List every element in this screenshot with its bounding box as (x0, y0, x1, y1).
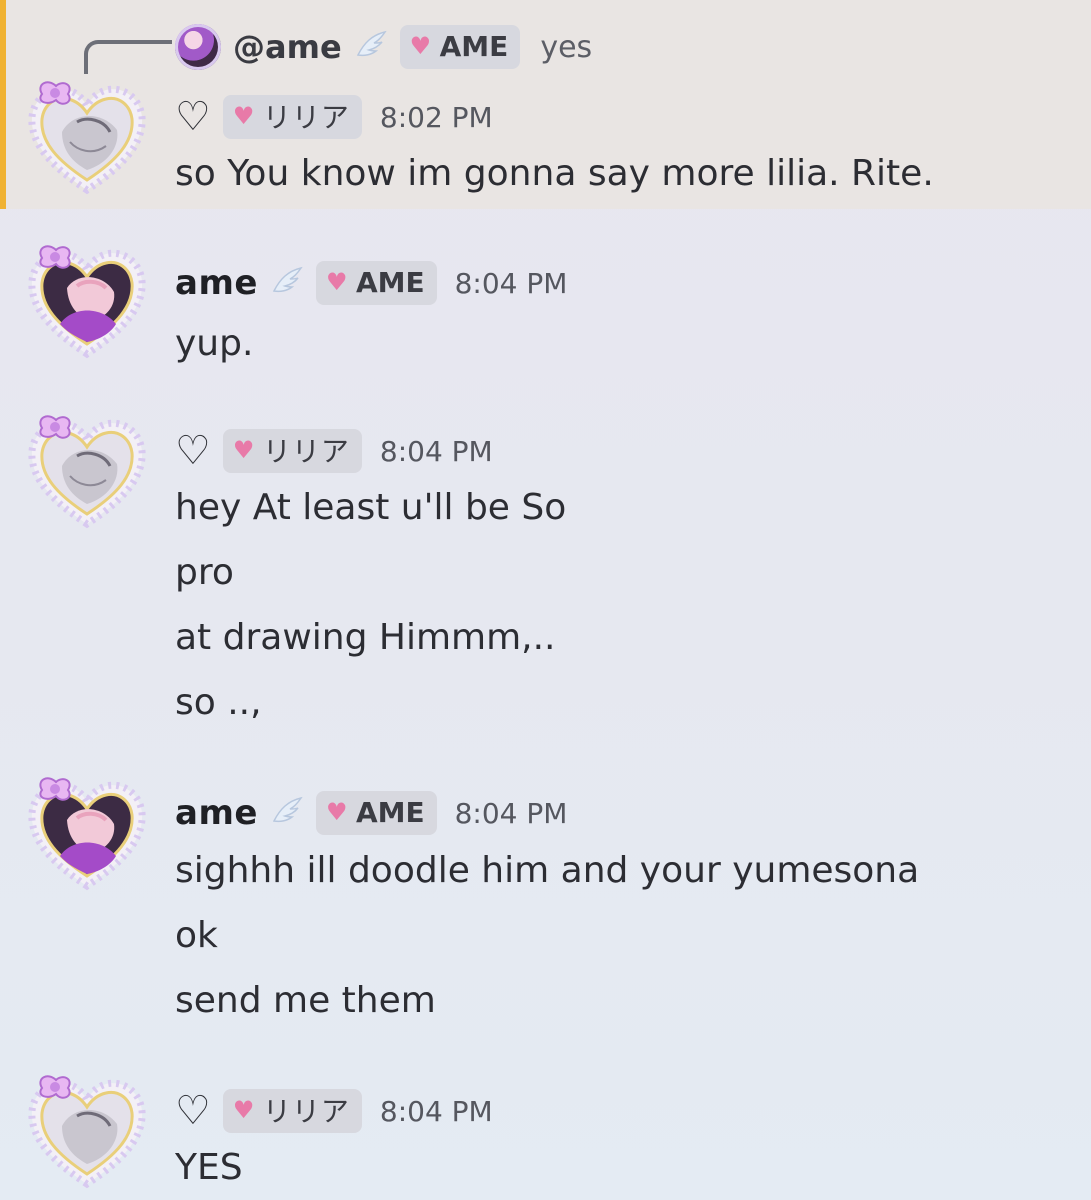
role-tag[interactable]: ♥ リリア (222, 1089, 362, 1133)
role-tag[interactable]: ♥ リリア (222, 95, 362, 139)
avatar[interactable] (22, 72, 152, 202)
role-tag-label: AME (355, 795, 425, 829)
message-text: at drawing Himmm,.. (175, 617, 556, 658)
message-text: so .., (175, 682, 262, 723)
message-text: YES (175, 1147, 243, 1188)
timestamp[interactable]: 8:04 PM (455, 797, 568, 830)
message-text: so You know im gonna say more lilia. Rit… (175, 153, 934, 194)
message-text: yup. (175, 323, 254, 364)
message-header: ame ♥ AME 8:04 PM (175, 258, 567, 308)
message-header: ♡ ♥ リリア 8:02 PM (175, 92, 493, 142)
role-tag-label: リリア (262, 1095, 350, 1128)
author-name[interactable]: ame (175, 793, 258, 833)
message-text: ok (175, 915, 218, 956)
role-tag[interactable]: ♥ AME (399, 25, 521, 69)
reply-author[interactable]: @ame (233, 28, 342, 66)
heart-icon: ♥ (409, 32, 432, 60)
avatar[interactable] (22, 768, 152, 898)
heart-icon: ♥ (232, 1096, 255, 1124)
avatar[interactable] (22, 236, 152, 366)
author-name[interactable]: ame (175, 263, 258, 303)
message-header: ame ♥ AME 8:04 PM (175, 788, 567, 838)
author-name[interactable]: ♡ (175, 1091, 211, 1131)
reply-reference[interactable]: @ame ♥ AME yes (175, 22, 592, 72)
timestamp[interactable]: 8:04 PM (380, 1095, 493, 1128)
angel-wing-icon (354, 29, 388, 66)
message-text: hey At least u'll be So (175, 487, 567, 528)
role-tag-label: リリア (262, 435, 350, 468)
role-tag-label: AME (439, 29, 509, 63)
reply-connector-line (84, 40, 172, 74)
message-header: ♡ ♥ リリア 8:04 PM (175, 426, 493, 476)
heart-icon: ♥ (325, 798, 348, 826)
heart-icon: ♥ (232, 436, 255, 464)
role-tag-label: リリア (262, 101, 350, 134)
heart-icon: ♥ (325, 268, 348, 296)
reply-preview-text[interactable]: yes (540, 30, 592, 65)
message-text: send me them (175, 980, 436, 1021)
timestamp[interactable]: 8:04 PM (380, 435, 493, 468)
angel-wing-icon (270, 795, 304, 832)
timestamp[interactable]: 8:02 PM (380, 101, 493, 134)
avatar[interactable] (22, 1066, 152, 1196)
avatar[interactable] (22, 406, 152, 536)
mention-highlight-bar (0, 0, 6, 209)
heart-icon: ♥ (232, 102, 255, 130)
message-text: sighhh ill doodle him and your yumesona (175, 850, 920, 891)
author-name[interactable]: ♡ (175, 97, 211, 137)
role-tag[interactable]: ♥ リリア (222, 429, 362, 473)
role-tag[interactable]: ♥ AME (315, 791, 437, 835)
author-name[interactable]: ♡ (175, 431, 211, 471)
role-tag[interactable]: ♥ AME (315, 261, 437, 305)
angel-wing-icon (270, 265, 304, 302)
message-header: ♡ ♥ リリア 8:04 PM (175, 1086, 493, 1136)
timestamp[interactable]: 8:04 PM (455, 267, 568, 300)
role-tag-label: AME (355, 265, 425, 299)
reply-avatar[interactable] (175, 24, 221, 70)
message-text: pro (175, 552, 234, 593)
